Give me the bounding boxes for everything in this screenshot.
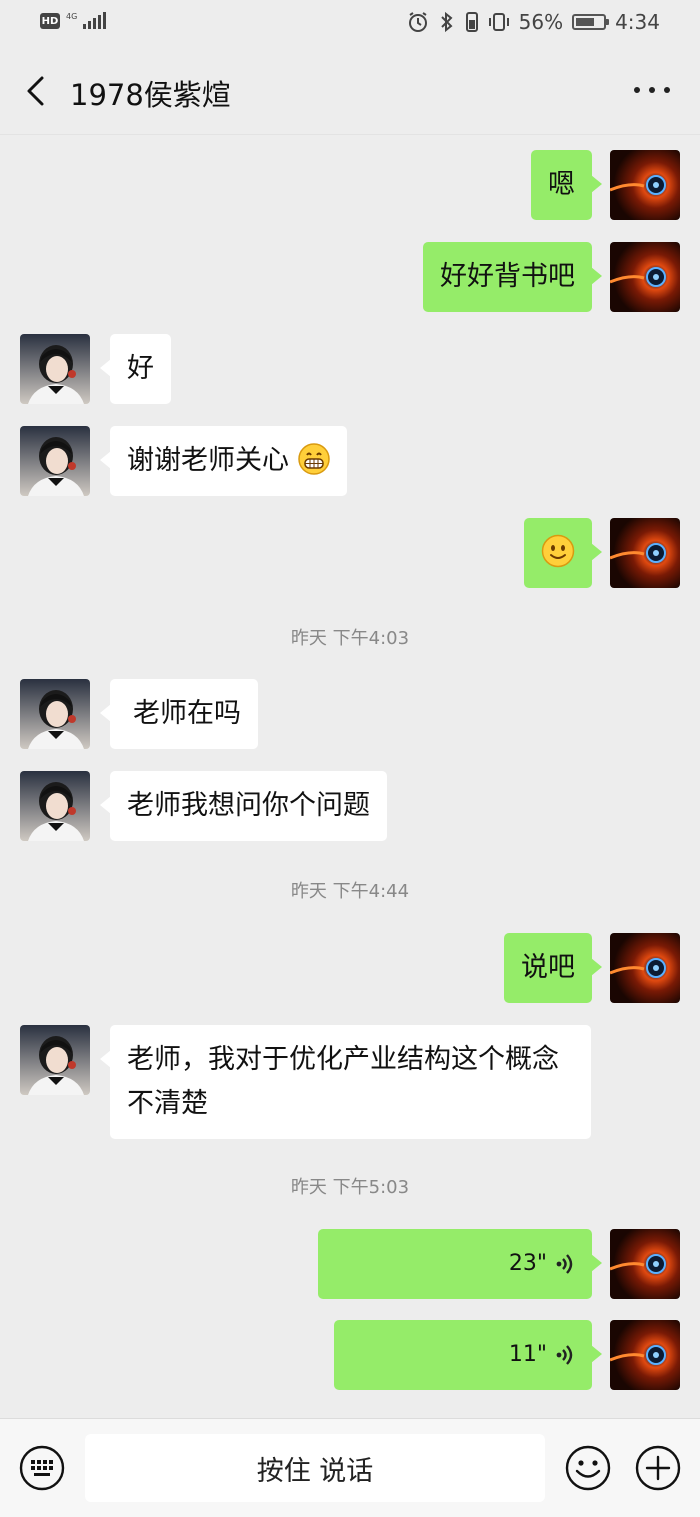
chat-header: 1978侯紫煊 [0, 50, 700, 135]
voice-duration: 23" [508, 1251, 547, 1276]
network-type: 4G [66, 12, 78, 21]
phone-battery-icon [465, 11, 479, 33]
message-bubble[interactable]: 老师，我对于优化产业结构这个概念不清楚 [100, 1025, 591, 1139]
contact-avatar[interactable] [20, 771, 90, 841]
smile-emoji-icon [541, 534, 575, 568]
clock-time: 4:34 [615, 10, 660, 34]
message-text: 老师我想问你个问题 [127, 790, 370, 821]
message-text: 谢谢老师关心 [127, 445, 289, 476]
message-text: 老师在吗 [133, 698, 241, 729]
contact-avatar[interactable] [20, 334, 90, 404]
voice-bubble[interactable]: 23" [318, 1229, 602, 1299]
hd-badge: HD [40, 13, 60, 29]
contact-avatar[interactable] [20, 426, 90, 496]
time-separator: 昨天 下午4:03 [290, 628, 410, 649]
self-avatar[interactable] [610, 933, 680, 1003]
self-avatar[interactable] [610, 1229, 680, 1299]
contact-avatar[interactable] [20, 1025, 90, 1095]
back-arrow-icon[interactable] [22, 74, 52, 108]
self-avatar[interactable] [610, 242, 680, 312]
signal-icon [83, 12, 107, 29]
message-bubble[interactable] [524, 518, 602, 588]
message-text: 说吧 [521, 952, 575, 983]
time-separator: 昨天 下午4:44 [290, 881, 410, 902]
grin-emoji-icon [297, 443, 330, 475]
more-options-icon[interactable] [634, 80, 670, 100]
message-bubble[interactable]: 老师我想问你个问题 [100, 771, 387, 841]
battery-icon [572, 14, 610, 30]
status-bar: HD 4G 56% 4:34 [0, 0, 700, 50]
time-separator: 昨天 下午5:03 [290, 1177, 410, 1198]
self-avatar[interactable] [610, 518, 680, 588]
message-bubble[interactable]: 谢谢老师关心 [100, 426, 347, 496]
keyboard-icon[interactable] [19, 1445, 65, 1491]
plus-icon[interactable] [635, 1445, 681, 1491]
bluetooth-icon [438, 11, 456, 33]
message-text: 好好背书吧 [440, 261, 575, 292]
message-text: 老师，我对于优化产业结构这个概念不清楚 [127, 1044, 559, 1119]
voice-bubble[interactable]: 11" [334, 1320, 602, 1390]
emoji-icon[interactable] [565, 1445, 611, 1491]
message-bubble[interactable]: 说吧 [504, 933, 602, 1003]
message-text: 嗯 [548, 169, 575, 200]
self-avatar[interactable] [610, 1320, 680, 1390]
contact-avatar[interactable] [20, 679, 90, 749]
message-bubble[interactable]: 好 [100, 334, 171, 404]
vibrate-icon [488, 11, 510, 33]
alarm-icon [407, 11, 429, 33]
message-bubble[interactable]: 老师在吗 [100, 679, 258, 749]
battery-percent: 56% [518, 10, 564, 34]
self-avatar[interactable] [610, 150, 680, 220]
chat-title: 1978侯紫煊 [70, 78, 231, 112]
message-bubble[interactable]: 嗯 [531, 150, 602, 220]
voice-duration: 11" [508, 1342, 547, 1367]
hold-to-talk-button[interactable]: 按住 说话 [85, 1434, 545, 1502]
message-bubble[interactable]: 好好背书吧 [423, 242, 602, 312]
voice-wave-icon [556, 1345, 573, 1365]
voice-wave-icon [556, 1254, 573, 1274]
message-text: 好 [127, 353, 154, 384]
input-bar: 按住 说话 [0, 1418, 700, 1517]
